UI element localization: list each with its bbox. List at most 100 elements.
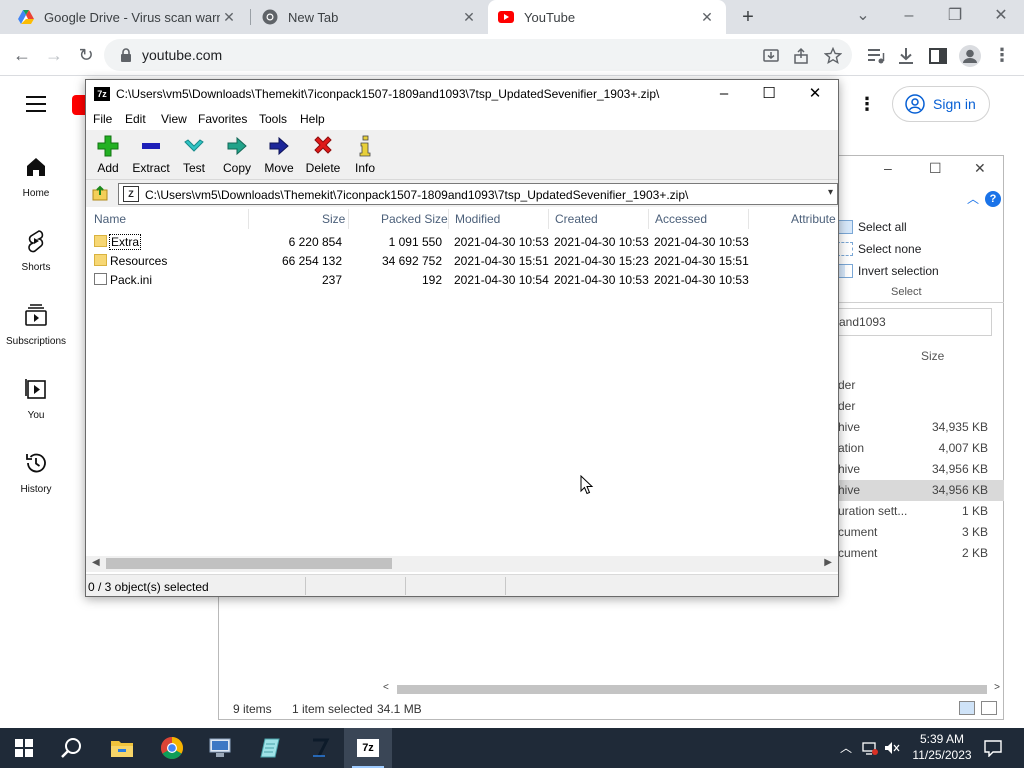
large-icons-view-icon[interactable] xyxy=(981,701,997,715)
delete-button[interactable]: Delete xyxy=(304,134,342,175)
tab-search-icon[interactable]: ⌄ xyxy=(848,4,878,28)
scroll-left-icon[interactable]: < xyxy=(383,682,389,693)
close-tab-icon[interactable]: ✕ xyxy=(698,9,716,26)
list-item-selected[interactable]: hive 34,956 KB xyxy=(834,480,1004,501)
minimize-icon[interactable]: – xyxy=(709,82,739,106)
invert-selection-button[interactable]: Invert selection xyxy=(837,260,939,282)
column-divider[interactable] xyxy=(348,209,349,229)
taskbar-network-app[interactable] xyxy=(196,728,244,768)
column-attributes[interactable]: Attribute xyxy=(791,212,836,226)
column-modified[interactable]: Modified xyxy=(455,212,500,226)
scrollbar-thumb[interactable] xyxy=(106,558,392,569)
taskbar-7zip-app[interactable]: 7z xyxy=(344,728,392,768)
list-item[interactable]: der xyxy=(834,396,1004,417)
column-divider[interactable] xyxy=(548,209,549,229)
menu-view[interactable]: View xyxy=(161,112,187,126)
column-name[interactable]: Name xyxy=(94,212,126,226)
menu-edit[interactable]: Edit xyxy=(125,112,146,126)
minimize-icon[interactable]: – xyxy=(884,160,892,176)
back-icon[interactable]: ← xyxy=(10,43,34,67)
taskbar-7zip-pinned[interactable] xyxy=(296,728,344,768)
sign-in-button[interactable]: Sign in xyxy=(892,86,990,122)
menu-help[interactable]: Help xyxy=(300,112,325,126)
move-button[interactable]: Move xyxy=(263,134,295,175)
list-item[interactable]: cument 2 KB xyxy=(834,543,1004,564)
notifications-icon[interactable] xyxy=(984,739,1002,757)
nav-subscriptions[interactable]: Subscriptions xyxy=(0,303,72,347)
7zip-app-icon[interactable]: 7z xyxy=(94,87,110,101)
close-window-icon[interactable]: ✕ xyxy=(800,82,830,106)
add-button[interactable]: Add xyxy=(94,134,122,175)
scroll-right-icon[interactable]: ▶ xyxy=(824,557,832,568)
column-divider[interactable] xyxy=(448,209,449,229)
taskbar-file-explorer[interactable] xyxy=(98,728,146,768)
start-button[interactable] xyxy=(0,728,48,768)
close-tab-icon[interactable]: ✕ xyxy=(220,9,238,26)
profile-avatar-icon[interactable] xyxy=(959,45,981,67)
list-item[interactable]: hive 34,956 KB xyxy=(834,459,1004,480)
list-item[interactable]: uration sett... 1 KB xyxy=(834,501,1004,522)
taskbar-chrome[interactable] xyxy=(148,728,196,768)
close-window-icon[interactable]: ✕ xyxy=(974,160,986,177)
scrollbar-thumb[interactable] xyxy=(397,685,987,694)
dropdown-arrow-icon[interactable]: ▾ xyxy=(828,187,833,198)
reload-icon[interactable]: ↻ xyxy=(74,43,98,67)
system-clock[interactable]: 5:39 AM 11/25/2023 xyxy=(906,731,978,763)
downloads-icon[interactable] xyxy=(896,46,916,66)
size-column-header[interactable]: Size xyxy=(921,349,944,363)
scroll-right-icon[interactable]: > xyxy=(994,682,1000,693)
share-icon[interactable] xyxy=(792,47,810,65)
forward-icon[interactable]: → xyxy=(42,43,66,67)
network-status-icon[interactable] xyxy=(862,740,878,756)
column-size[interactable]: Size xyxy=(322,212,345,226)
show-hidden-icons-icon[interactable]: ︿ xyxy=(840,740,856,756)
nav-you[interactable]: You xyxy=(0,377,72,421)
bookmark-star-icon[interactable] xyxy=(824,47,842,65)
close-tab-icon[interactable]: ✕ xyxy=(460,9,478,26)
path-combobox[interactable]: Z C:\Users\vm5\Downloads\Themekit\7iconp… xyxy=(118,183,838,205)
7zip-file-manager-window[interactable]: 7z C:\Users\vm5\Downloads\Themekit\7icon… xyxy=(85,79,839,597)
table-row[interactable]: Extra 6 220 854 1 091 550 2021-04-30 10:… xyxy=(86,232,838,251)
taskbar-search-button[interactable] xyxy=(48,728,96,768)
new-tab-button[interactable]: + xyxy=(737,6,759,28)
tab-new-tab[interactable]: New Tab ✕ xyxy=(252,0,488,34)
minimize-icon[interactable]: – xyxy=(894,4,924,28)
volume-muted-icon[interactable] xyxy=(884,740,900,756)
media-queue-icon[interactable] xyxy=(866,46,886,66)
column-accessed[interactable]: Accessed xyxy=(655,212,707,226)
list-item[interactable]: ation 4,007 KB xyxy=(834,438,1004,459)
test-button[interactable]: Test xyxy=(180,134,208,175)
nav-shorts[interactable]: Shorts xyxy=(0,229,72,273)
column-divider[interactable] xyxy=(648,209,649,229)
title-bar[interactable]: 7z C:\Users\vm5\Downloads\Themekit\7icon… xyxy=(86,80,838,108)
taskbar-notepad[interactable] xyxy=(246,728,294,768)
table-row[interactable]: Pack.ini 237 192 2021-04-30 10:54 2021-0… xyxy=(86,270,838,289)
folder-up-icon[interactable] xyxy=(92,185,108,201)
column-packed-size[interactable]: Packed Size xyxy=(381,212,448,226)
tab-google-drive[interactable]: Google Drive - Virus scan warning ✕ xyxy=(8,0,248,34)
chrome-menu-icon[interactable]: ⋮ xyxy=(990,43,1014,67)
address-bar[interactable]: youtube.com xyxy=(104,39,852,71)
more-options-icon[interactable]: ⋮ xyxy=(858,94,876,115)
ribbon-collapse-icon[interactable]: ︿ xyxy=(967,190,979,207)
address-path-field[interactable]: and1093 xyxy=(834,308,992,336)
nav-home[interactable]: Home xyxy=(0,155,72,199)
table-row[interactable]: Resources 66 254 132 34 692 752 2021-04-… xyxy=(86,251,838,270)
hamburger-menu-icon[interactable] xyxy=(26,96,46,112)
list-item[interactable]: cument 3 KB xyxy=(834,522,1004,543)
info-button[interactable]: Info xyxy=(352,134,378,175)
column-divider[interactable] xyxy=(248,209,249,229)
horizontal-scrollbar[interactable]: ◀ ▶ xyxy=(86,556,838,572)
column-created[interactable]: Created xyxy=(555,212,598,226)
side-panel-icon[interactable] xyxy=(928,46,948,66)
column-divider[interactable] xyxy=(748,209,749,229)
maximize-icon[interactable]: ☐ xyxy=(929,160,942,177)
list-item[interactable]: hive 34,935 KB xyxy=(834,417,1004,438)
select-all-button[interactable]: Select all xyxy=(837,216,939,238)
extract-button[interactable]: Extract xyxy=(130,134,172,175)
details-view-icon[interactable] xyxy=(959,701,975,715)
restore-icon[interactable]: ❐ xyxy=(940,4,970,28)
menu-favorites[interactable]: Favorites xyxy=(198,112,247,126)
tab-youtube[interactable]: YouTube ✕ xyxy=(488,0,726,34)
select-none-button[interactable]: Select none xyxy=(837,238,939,260)
